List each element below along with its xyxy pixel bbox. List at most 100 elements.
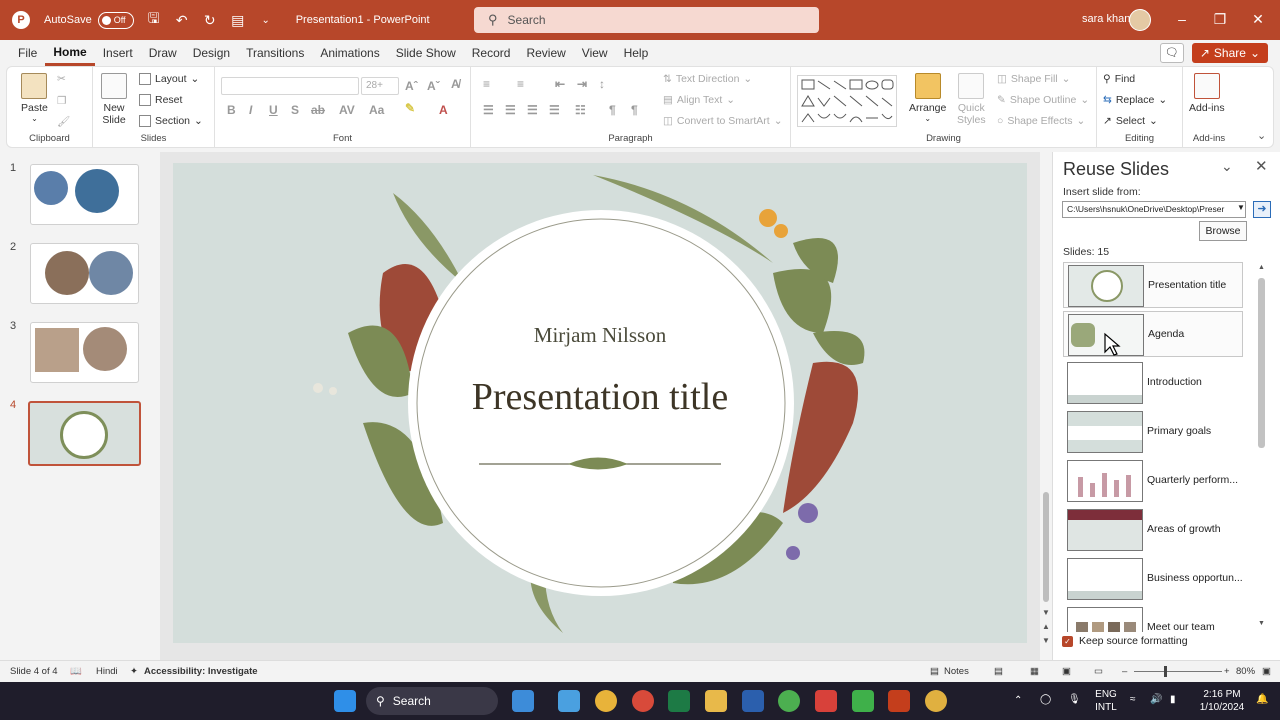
scroll-thumb[interactable]	[1043, 492, 1049, 602]
go-arrow-button[interactable]: ➜	[1253, 201, 1271, 218]
widgets-icon[interactable]	[512, 690, 534, 712]
tab-slide-show[interactable]: Slide Show	[388, 40, 464, 66]
quick-styles-button[interactable]: Quick Styles	[957, 73, 986, 126]
user-name[interactable]: sara khan	[1082, 13, 1130, 25]
wifi-icon[interactable]: ≈	[1130, 693, 1136, 706]
clock[interactable]: 2:16 PM 1/10/2024	[1196, 688, 1248, 714]
slide-sorter-icon[interactable]: ▦	[1030, 666, 1039, 677]
chrome-alt-icon[interactable]	[778, 690, 800, 712]
present-icon[interactable]: ▤	[230, 12, 246, 29]
justify-icon[interactable]: ☰	[549, 103, 560, 117]
new-slide-button[interactable]: New Slide	[101, 73, 127, 126]
bold-icon[interactable]: B	[227, 103, 236, 117]
zoom-in-icon[interactable]: +	[1224, 666, 1230, 677]
columns-icon[interactable]: ☷	[575, 103, 586, 117]
strikethrough-icon[interactable]: ab	[311, 103, 325, 117]
underline-icon[interactable]: U	[269, 103, 278, 117]
increase-indent-icon[interactable]: ⇥	[577, 77, 587, 91]
powerpoint-taskbar-icon[interactable]	[888, 690, 910, 712]
reuse-slide-item[interactable]: Agenda	[1063, 311, 1243, 357]
chrome-extra-icon[interactable]	[925, 690, 947, 712]
search-box[interactable]: ⚲ Search	[474, 7, 819, 33]
find-button[interactable]: ⚲ Find	[1103, 73, 1135, 85]
slide-thumbnail-3[interactable]	[30, 322, 139, 383]
undo-icon[interactable]: ↶	[174, 12, 190, 29]
layout-button[interactable]: Layout ⌄	[139, 73, 199, 85]
windows-start-icon[interactable]	[334, 690, 356, 712]
tray-app-icon[interactable]: ◯	[1040, 693, 1051, 706]
zoom-out-icon[interactable]: –	[1122, 666, 1127, 677]
tab-file[interactable]: File	[10, 40, 45, 66]
tab-design[interactable]: Design	[185, 40, 238, 66]
minimize-icon[interactable]: –	[1172, 11, 1192, 27]
camtasia-green-icon[interactable]	[852, 690, 874, 712]
spell-check-icon[interactable]: 📖	[70, 666, 82, 677]
cut-icon[interactable]: ✂	[57, 73, 66, 85]
slide-thumbnail-2[interactable]	[30, 243, 139, 304]
select-button[interactable]: ↗ Select ⌄	[1103, 115, 1158, 127]
chrome-icon[interactable]	[595, 690, 617, 712]
numbering-icon[interactable]: ≡	[517, 77, 524, 91]
taskbar-search[interactable]: ⚲ Search	[366, 687, 498, 715]
path-dropdown-icon[interactable]: ▼	[1237, 203, 1245, 212]
redo-icon[interactable]: ↻	[202, 12, 218, 29]
paste-button[interactable]: Paste ⌄	[21, 73, 48, 123]
panel-scroll-down-icon[interactable]: ▼	[1258, 620, 1265, 627]
slide-vertical-scrollbar[interactable]: ▼ ▲ ▼	[1040, 152, 1052, 660]
language-indicator[interactable]: Hindi	[96, 666, 118, 677]
slide-thumbnail-1[interactable]	[30, 164, 139, 225]
shadow-icon[interactable]: S	[291, 103, 299, 117]
zoom-slider-thumb[interactable]	[1164, 666, 1167, 677]
browse-button[interactable]: Browse	[1199, 221, 1247, 241]
reuse-slide-item[interactable]: Quarterly perform...	[1063, 458, 1243, 504]
zoom-level[interactable]: 80%	[1236, 666, 1255, 677]
notifications-icon[interactable]: 🔔	[1256, 693, 1268, 706]
tab-draw[interactable]: Draw	[141, 40, 185, 66]
battery-icon[interactable]: ▮	[1170, 693, 1176, 706]
word-icon[interactable]	[742, 690, 764, 712]
reuse-slide-item[interactable]: Introduction	[1063, 360, 1243, 406]
restore-icon[interactable]: ❐	[1210, 11, 1230, 28]
panel-scroll-up-icon[interactable]: ▲	[1258, 264, 1265, 271]
reset-button[interactable]: Reset	[139, 94, 182, 106]
tab-transitions[interactable]: Transitions	[238, 40, 312, 66]
reuse-slide-item[interactable]: Presentation title	[1063, 262, 1243, 308]
shapes-gallery[interactable]	[797, 75, 897, 127]
ribbon-collapse-chevron-icon[interactable]: ⌄	[1257, 129, 1266, 142]
input-language[interactable]: ENG INTL	[1092, 688, 1120, 714]
panel-options-chevron-icon[interactable]: ⌄	[1221, 158, 1233, 175]
increase-font-icon[interactable]: Aˆ	[405, 79, 418, 93]
share-button[interactable]: ↗ Share ⌄	[1191, 43, 1268, 63]
decrease-font-icon[interactable]: Aˇ	[427, 79, 440, 93]
align-text-button[interactable]: ▤ Align Text ⌄	[663, 94, 735, 106]
source-path-input[interactable]: C:\Users\hsnuk\OneDrive\Desktop\Preser	[1062, 201, 1246, 218]
camtasia-icon[interactable]	[815, 690, 837, 712]
copy-icon[interactable]: ❐	[57, 95, 66, 107]
change-case-icon[interactable]: Aa	[369, 103, 384, 117]
scroll-down-icon[interactable]: ▼	[1042, 608, 1050, 617]
reuse-slide-item[interactable]: Business opportun...	[1063, 556, 1243, 602]
tray-chevron-icon[interactable]: ⌃	[1014, 694, 1022, 707]
clear-formatting-icon[interactable]: A̸	[451, 77, 460, 91]
customize-chevron-icon[interactable]: ⌄	[258, 15, 274, 26]
text-direction-button[interactable]: ⇅ Text Direction ⌄	[663, 73, 752, 85]
accessibility-icon[interactable]: ✦	[130, 666, 138, 677]
reuse-slide-item[interactable]: Primary goals	[1063, 409, 1243, 455]
reading-view-icon[interactable]: ▣	[1062, 666, 1071, 677]
font-family-select[interactable]	[221, 77, 359, 95]
align-left-icon[interactable]: ☰	[483, 103, 494, 117]
normal-view-icon[interactable]: ▤	[994, 666, 1003, 677]
shape-fill-button[interactable]: ◫ Shape Fill ⌄	[997, 73, 1070, 85]
presenter-name[interactable]: Mirjam Nilsson	[173, 323, 1027, 348]
replace-button[interactable]: ⇆ Replace ⌄	[1103, 94, 1167, 106]
shape-outline-button[interactable]: ✎ Shape Outline ⌄	[997, 94, 1089, 106]
chrome-profile-icon[interactable]	[632, 690, 654, 712]
notepad-icon[interactable]	[558, 690, 580, 712]
font-color-icon[interactable]: A	[439, 103, 448, 117]
accessibility-status[interactable]: Accessibility: Investigate	[144, 666, 258, 677]
font-size-select[interactable]: 28+	[361, 77, 399, 95]
reuse-slide-item[interactable]: Meet our team	[1063, 605, 1243, 632]
tab-home[interactable]: Home	[45, 40, 95, 66]
tab-review[interactable]: Review	[518, 40, 573, 66]
slideshow-view-icon[interactable]: ▭	[1094, 666, 1103, 677]
